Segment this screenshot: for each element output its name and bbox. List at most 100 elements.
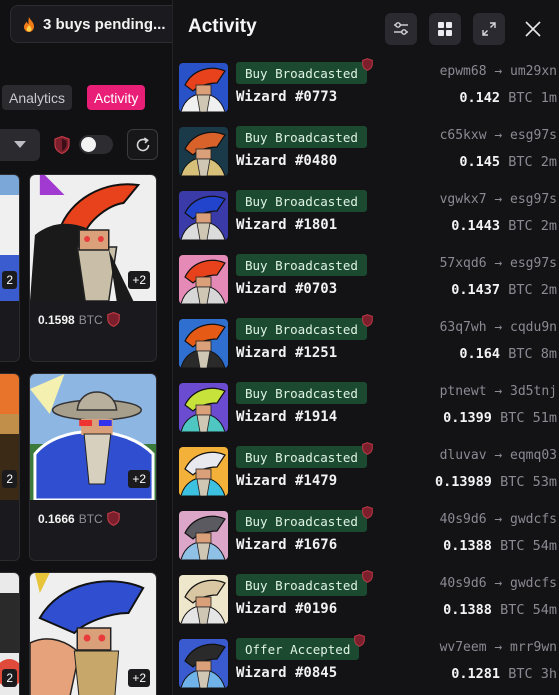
nft-card-partial[interactable]: 2 xyxy=(0,572,20,695)
from-address[interactable]: 63q7wh xyxy=(440,320,487,335)
status-badge: Offer Accepted xyxy=(236,638,360,660)
arrow-icon: → xyxy=(486,512,511,527)
to-address[interactable]: esg97s xyxy=(510,128,557,143)
activity-row[interactable]: Buy Broadcasted Wizard #0196 40s9d6 → gwdc… xyxy=(179,570,557,635)
verified-shield-icon xyxy=(354,634,365,647)
to-address[interactable]: eqmq03 xyxy=(510,448,557,463)
activity-panel: Activity Buy Broadcasted Wizard #0773 ep… xyxy=(172,0,559,695)
nft-name[interactable]: Wizard #1914 xyxy=(236,409,337,425)
to-address[interactable]: cqdu9n xyxy=(510,320,557,335)
time-ago: 2m xyxy=(540,282,557,298)
nft-thumbnail xyxy=(179,447,228,496)
arrow-icon: → xyxy=(486,192,511,207)
verified-toggle[interactable] xyxy=(79,135,113,154)
nft-name[interactable]: Wizard #1801 xyxy=(236,217,337,233)
from-address[interactable]: 40s9d6 xyxy=(440,512,487,527)
more-badge: 2 xyxy=(2,470,17,488)
to-address[interactable]: esg97s xyxy=(510,192,557,207)
nft-name[interactable]: Wizard #0196 xyxy=(236,601,337,617)
price-currency: BTC xyxy=(508,346,533,362)
price-currency: BTC xyxy=(508,282,533,298)
nft-card[interactable]: +2 0.1598 BTC xyxy=(29,174,157,362)
status-badge: Buy Broadcasted xyxy=(236,446,367,468)
nft-thumbnail xyxy=(179,575,228,624)
status-badge: Buy Broadcasted xyxy=(236,382,367,404)
time-ago: 51m xyxy=(532,410,557,426)
sale-price: 0.1399 BTC 51m xyxy=(443,410,557,426)
nft-name[interactable]: Wizard #1676 xyxy=(236,537,337,553)
price-currency: BTC xyxy=(508,218,533,234)
to-address[interactable]: gwdcfs xyxy=(510,512,557,527)
nft-name[interactable]: Wizard #1251 xyxy=(236,345,337,361)
activity-row[interactable]: Buy Broadcasted Wizard #1801 vgwkx7 → esg9… xyxy=(179,189,557,251)
grid-view-button[interactable] xyxy=(429,13,461,45)
to-address[interactable]: 3d5tnj xyxy=(510,384,557,399)
from-address[interactable]: ptnewt xyxy=(440,384,487,399)
activity-row[interactable]: Buy Broadcasted Wizard #1676 40s9d6 → gwdc… xyxy=(179,506,557,571)
from-address[interactable]: dluvav xyxy=(440,448,487,463)
transfer-addresses: ptnewt → 3d5tnj xyxy=(440,384,557,399)
tab-analytics[interactable]: Analytics xyxy=(2,85,73,110)
activity-row[interactable]: Buy Broadcasted Wizard #1914 ptnewt → 3d5t… xyxy=(179,381,557,443)
expand-button[interactable] xyxy=(473,13,505,45)
to-address[interactable]: esg97s xyxy=(510,256,557,271)
nft-card[interactable]: +2 0.1666 BTC xyxy=(29,373,157,561)
activity-row[interactable]: Buy Broadcasted Wizard #1251 63q7wh → cqdu… xyxy=(179,314,557,379)
refresh-button[interactable] xyxy=(127,129,158,160)
nft-card[interactable]: +2 xyxy=(29,572,157,695)
tab-activity[interactable]: Activity xyxy=(87,85,146,110)
activity-row[interactable]: Buy Broadcasted Wizard #0773 epwm68 → um29… xyxy=(179,58,557,123)
filter-icon xyxy=(394,22,408,35)
arrow-icon: → xyxy=(486,256,511,271)
close-button[interactable] xyxy=(517,13,549,45)
to-address[interactable]: um29xn xyxy=(510,64,557,79)
more-badge: +2 xyxy=(128,669,150,687)
from-address[interactable]: c65kxw xyxy=(440,128,487,143)
more-badge: +2 xyxy=(128,470,150,488)
filter-button[interactable] xyxy=(385,13,417,45)
transfer-addresses: 63q7wh → cqdu9n xyxy=(440,320,557,335)
activity-row[interactable]: Buy Broadcasted Wizard #0703 57xqd6 → esg9… xyxy=(179,253,557,315)
card-price: 0.1598 BTC xyxy=(38,312,120,327)
sale-price: 0.1281 BTC 3h xyxy=(451,666,557,682)
time-ago: 1m xyxy=(540,90,557,106)
sale-price: 0.145 BTC 2m xyxy=(459,154,557,170)
to-address[interactable]: mrr9wn xyxy=(510,640,557,655)
more-badge: 2 xyxy=(2,271,17,289)
more-badge: +2 xyxy=(128,271,150,289)
nft-name[interactable]: Wizard #0703 xyxy=(236,281,337,297)
activity-row[interactable]: Offer Accepted Wizard #0845 wv7eem → mrr9w… xyxy=(179,634,557,695)
price-amount: 0.142 xyxy=(459,90,501,106)
from-address[interactable]: 40s9d6 xyxy=(440,576,487,591)
sort-dropdown[interactable] xyxy=(0,129,40,161)
more-badge: 2 xyxy=(2,669,17,687)
from-address[interactable]: vgwkx7 xyxy=(440,192,487,207)
time-ago: 53m xyxy=(532,474,557,490)
sale-price: 0.164 BTC 8m xyxy=(459,346,557,362)
from-address[interactable]: wv7eem xyxy=(440,640,487,655)
time-ago: 54m xyxy=(532,602,557,618)
nft-thumbnail xyxy=(179,127,228,176)
nft-name[interactable]: Wizard #0480 xyxy=(236,153,337,169)
nft-card-partial[interactable]: 2 xyxy=(0,373,20,561)
nft-name[interactable]: Wizard #1479 xyxy=(236,473,337,489)
to-address[interactable]: gwdcfs xyxy=(510,576,557,591)
shield-icon xyxy=(106,511,120,526)
activity-row[interactable]: Buy Broadcasted Wizard #1479 dluvav → eqmq… xyxy=(179,442,557,507)
nft-card-partial[interactable]: 2 xyxy=(0,174,20,362)
from-address[interactable]: 57xqd6 xyxy=(440,256,487,271)
grid-icon xyxy=(438,22,452,36)
shield-icon xyxy=(54,136,70,154)
from-address[interactable]: epwm68 xyxy=(440,64,487,79)
arrow-icon: → xyxy=(486,384,511,399)
activity-row[interactable]: Buy Broadcasted Wizard #0480 c65kxw → esg9… xyxy=(179,125,557,187)
pending-buys-pill[interactable]: 3 buys pending... xyxy=(10,5,172,43)
price-currency: BTC xyxy=(500,538,525,554)
nft-thumbnail xyxy=(179,511,228,560)
status-badge: Buy Broadcasted xyxy=(236,190,367,212)
nft-name[interactable]: Wizard #0773 xyxy=(236,89,337,105)
time-ago: 8m xyxy=(540,346,557,362)
time-ago: 3h xyxy=(540,666,557,682)
nft-name[interactable]: Wizard #0845 xyxy=(236,665,337,681)
status-badge: Buy Broadcasted xyxy=(236,318,367,340)
